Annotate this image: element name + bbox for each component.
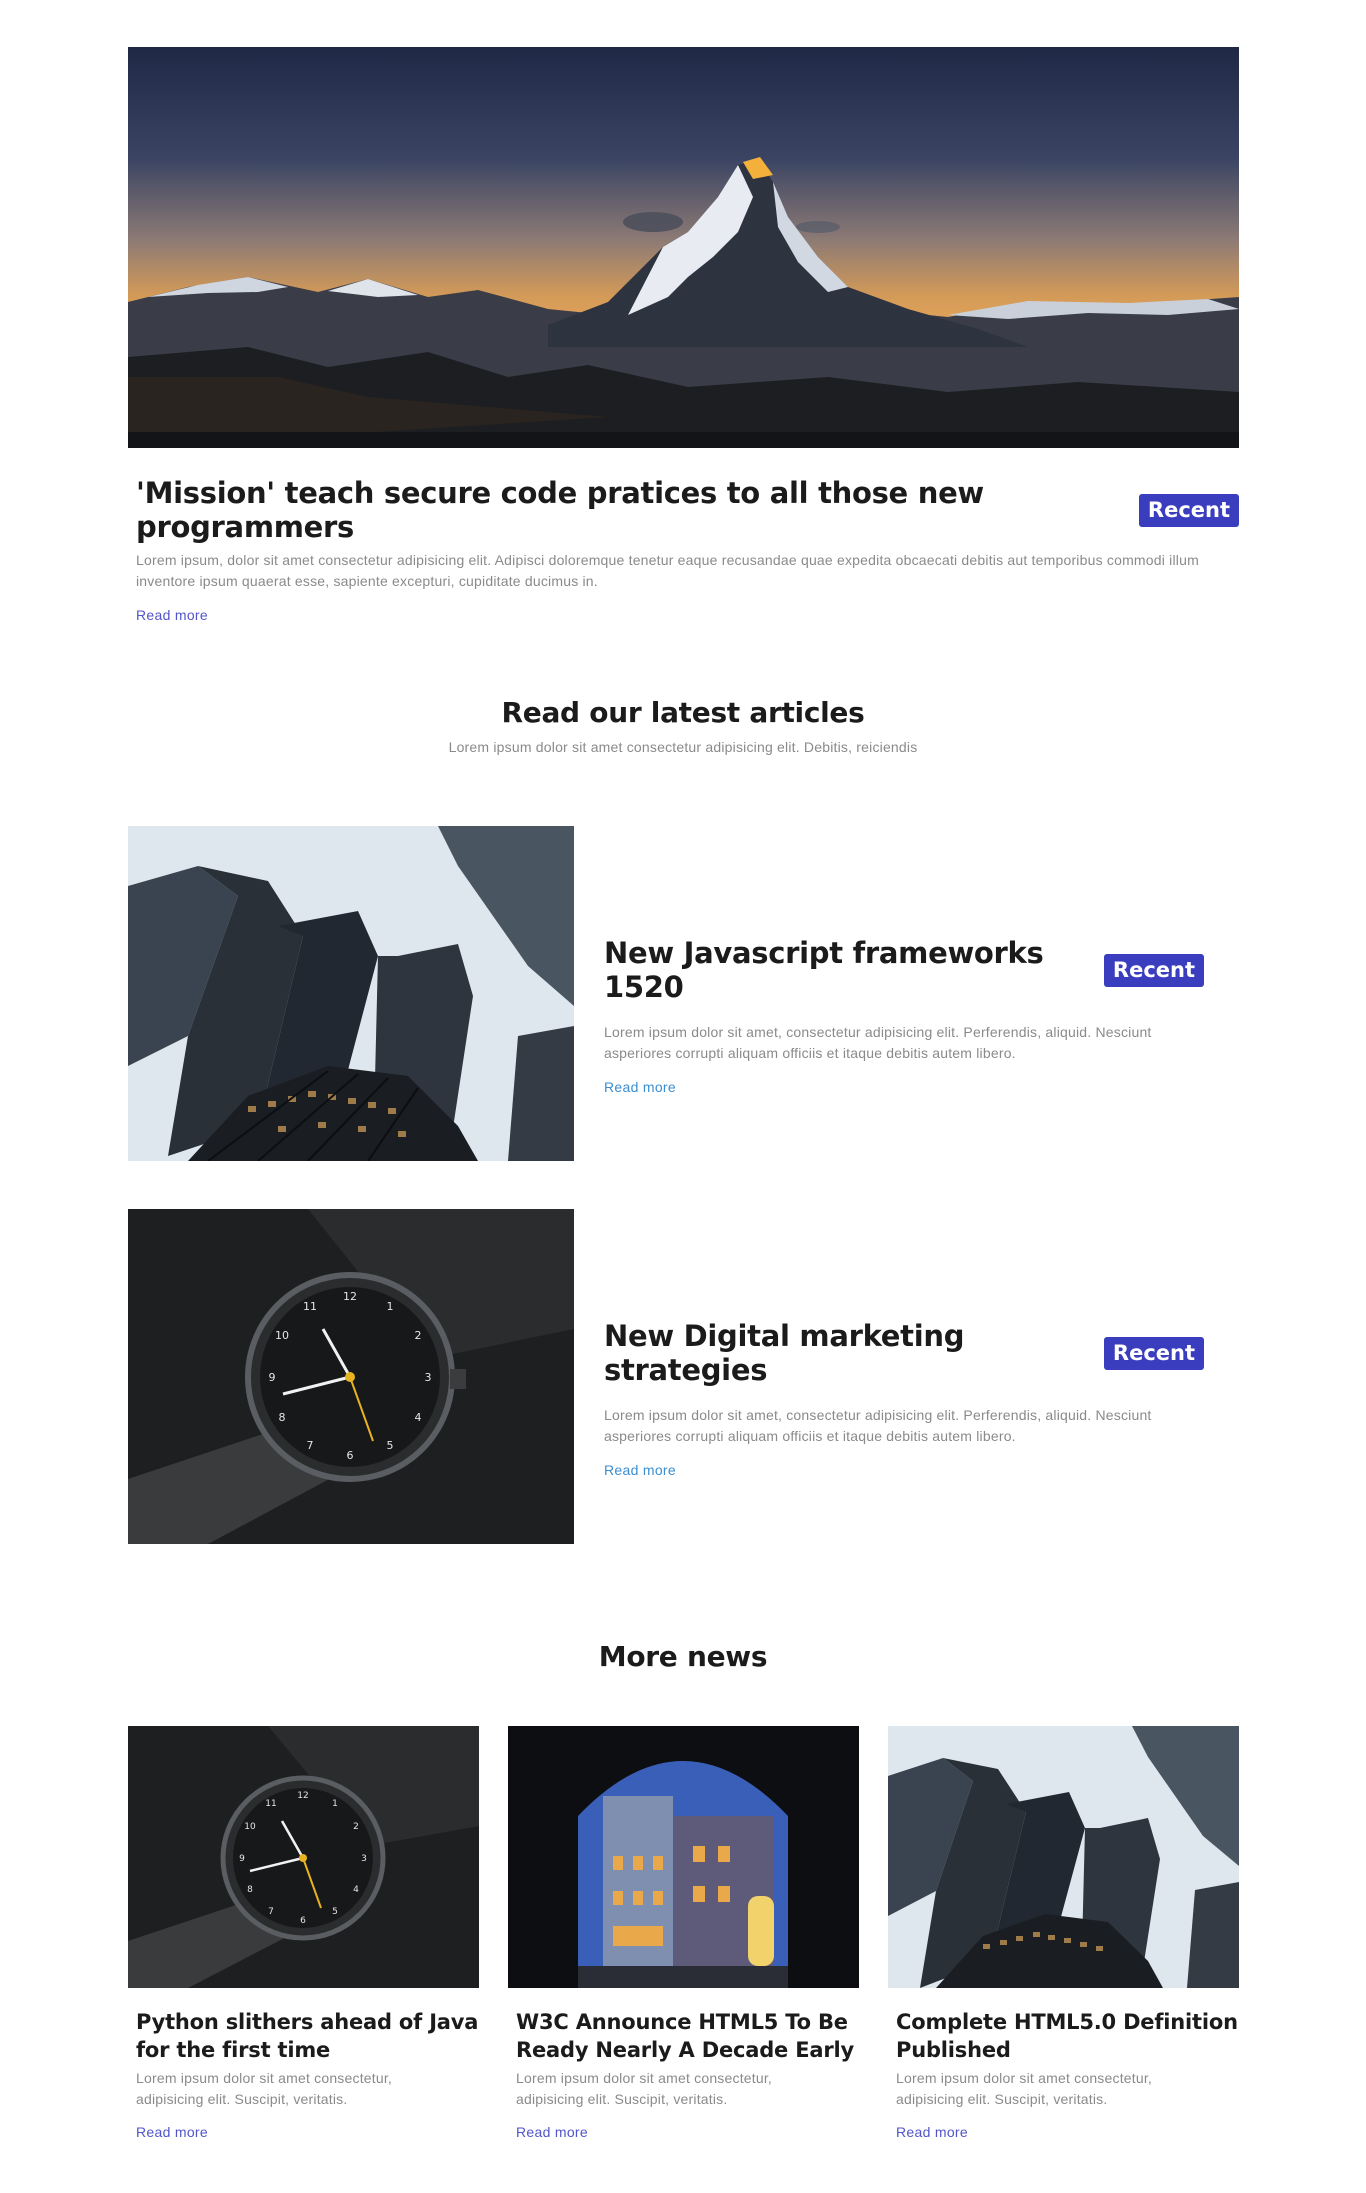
article-item: 12 1 2 345 678 9 10 11 New Digital marketing… (128, 1209, 1239, 1544)
article-item: New Javascript frameworks 1520 Recent Lo… (128, 826, 1239, 1161)
svg-text:7: 7 (268, 1907, 274, 1917)
svg-text:6: 6 (300, 1916, 306, 1926)
svg-text:2: 2 (353, 1822, 359, 1832)
skyscrapers-illustration (128, 826, 574, 1161)
skyscrapers-illustration (888, 1726, 1239, 1988)
svg-text:11: 11 (303, 1300, 317, 1313)
svg-text:2: 2 (415, 1329, 422, 1342)
svg-text:12: 12 (343, 1290, 357, 1303)
svg-text:5: 5 (387, 1439, 394, 1452)
featured-read-more-link[interactable]: Read more (136, 607, 208, 623)
card-description: Lorem ipsum dolor sit amet consectetur, … (896, 2070, 1153, 2107)
svg-text:10: 10 (244, 1822, 256, 1832)
article-title-row: New Javascript frameworks 1520 Recent (604, 936, 1204, 1004)
watch-illustration: 1212 345 678 91011 (128, 1726, 479, 1988)
article-body: New Javascript frameworks 1520 Recent Lo… (604, 936, 1204, 1097)
card-image-watch[interactable]: 12 1 2 345 678 9 10 11 (128, 1726, 479, 1988)
watch-illustration: 1212 345 678 91011 (128, 1209, 574, 1544)
card-title: Python slithers ahead of Java for the fi… (136, 2010, 479, 2062)
card-read-more-link[interactable]: Read more (136, 2124, 208, 2140)
featured-post: 'Mission' teach secure code pratices to … (128, 47, 1239, 625)
news-card: 12 1 2 345 678 9 10 11 Python slithers ahead… (128, 1726, 479, 2142)
svg-text:7: 7 (307, 1439, 314, 1452)
more-news-header: More news (0, 1640, 1366, 1673)
card-title: Complete HTML5.0 Definition Published (896, 2010, 1238, 2062)
article-description: Lorem ipsum dolor sit amet, consectetur … (604, 1407, 1152, 1444)
recent-badge: Recent (1103, 953, 1204, 987)
svg-text:6: 6 (347, 1449, 354, 1462)
svg-text:1: 1 (332, 1799, 338, 1809)
page: 'Mission' teach secure code pratices to … (0, 0, 1366, 2193)
card-description: Lorem ipsum dolor sit amet consectetur, … (136, 2070, 393, 2107)
article-read-more-link[interactable]: Read more (604, 1462, 676, 1478)
card-title: W3C Announce HTML5 To Be Ready Nearly A … (516, 2010, 854, 2062)
featured-description: Lorem ipsum, dolor sit amet consectetur … (136, 552, 1199, 589)
latest-articles-header: Read our latest articles Lorem ipsum dol… (0, 696, 1366, 755)
featured-title-row: 'Mission' teach secure code pratices to … (128, 476, 1239, 544)
article-image-buildings[interactable] (128, 826, 574, 1161)
svg-text:11: 11 (265, 1799, 276, 1809)
card-description: Lorem ipsum dolor sit amet consectetur, … (516, 2070, 773, 2107)
svg-text:3: 3 (361, 1854, 367, 1864)
svg-text:8: 8 (279, 1411, 286, 1424)
recent-badge: Recent (1103, 1336, 1204, 1370)
card-read-more-link[interactable]: Read more (896, 2124, 968, 2140)
svg-text:3: 3 (425, 1371, 432, 1384)
latest-articles-title: Read our latest articles (501, 696, 865, 729)
article-image-watch[interactable]: 12 1 2 345 678 9 10 11 (128, 1209, 574, 1544)
svg-text:10: 10 (275, 1329, 289, 1342)
article-title-row: New Digital marketing strategies Recent (604, 1319, 1204, 1387)
article-title: New Javascript frameworks 1520 (604, 936, 1044, 1004)
svg-text:8: 8 (247, 1885, 253, 1895)
svg-text:5: 5 (332, 1907, 338, 1917)
svg-text:4: 4 (415, 1411, 422, 1424)
archway-street-illustration (508, 1726, 859, 1988)
article-body: New Digital marketing strategies Recent … (604, 1319, 1204, 1480)
svg-text:9: 9 (239, 1854, 245, 1864)
latest-articles-subtitle: Lorem ipsum dolor sit amet consectetur a… (448, 739, 918, 755)
article-title: New Digital marketing strategies (604, 1319, 965, 1387)
featured-title: 'Mission' teach secure code pratices to … (136, 476, 984, 544)
svg-text:12: 12 (297, 1791, 308, 1801)
more-news-title: More news (598, 1640, 768, 1673)
recent-badge: Recent (1138, 493, 1239, 527)
article-read-more-link[interactable]: Read more (604, 1079, 676, 1095)
article-description: Lorem ipsum dolor sit amet, consectetur … (604, 1024, 1152, 1061)
card-image-buildings[interactable] (888, 1726, 1239, 1988)
news-card: Complete HTML5.0 Definition Published Lo… (888, 1726, 1239, 2142)
card-read-more-link[interactable]: Read more (516, 2124, 588, 2140)
featured-image[interactable] (128, 47, 1239, 448)
svg-text:9: 9 (269, 1371, 276, 1384)
svg-text:1: 1 (387, 1300, 394, 1313)
mountain-illustration (128, 157, 1239, 448)
card-image-archway[interactable] (508, 1726, 859, 1988)
svg-text:4: 4 (353, 1885, 359, 1895)
news-card: W3C Announce HTML5 To Be Ready Nearly A … (508, 1726, 859, 2142)
